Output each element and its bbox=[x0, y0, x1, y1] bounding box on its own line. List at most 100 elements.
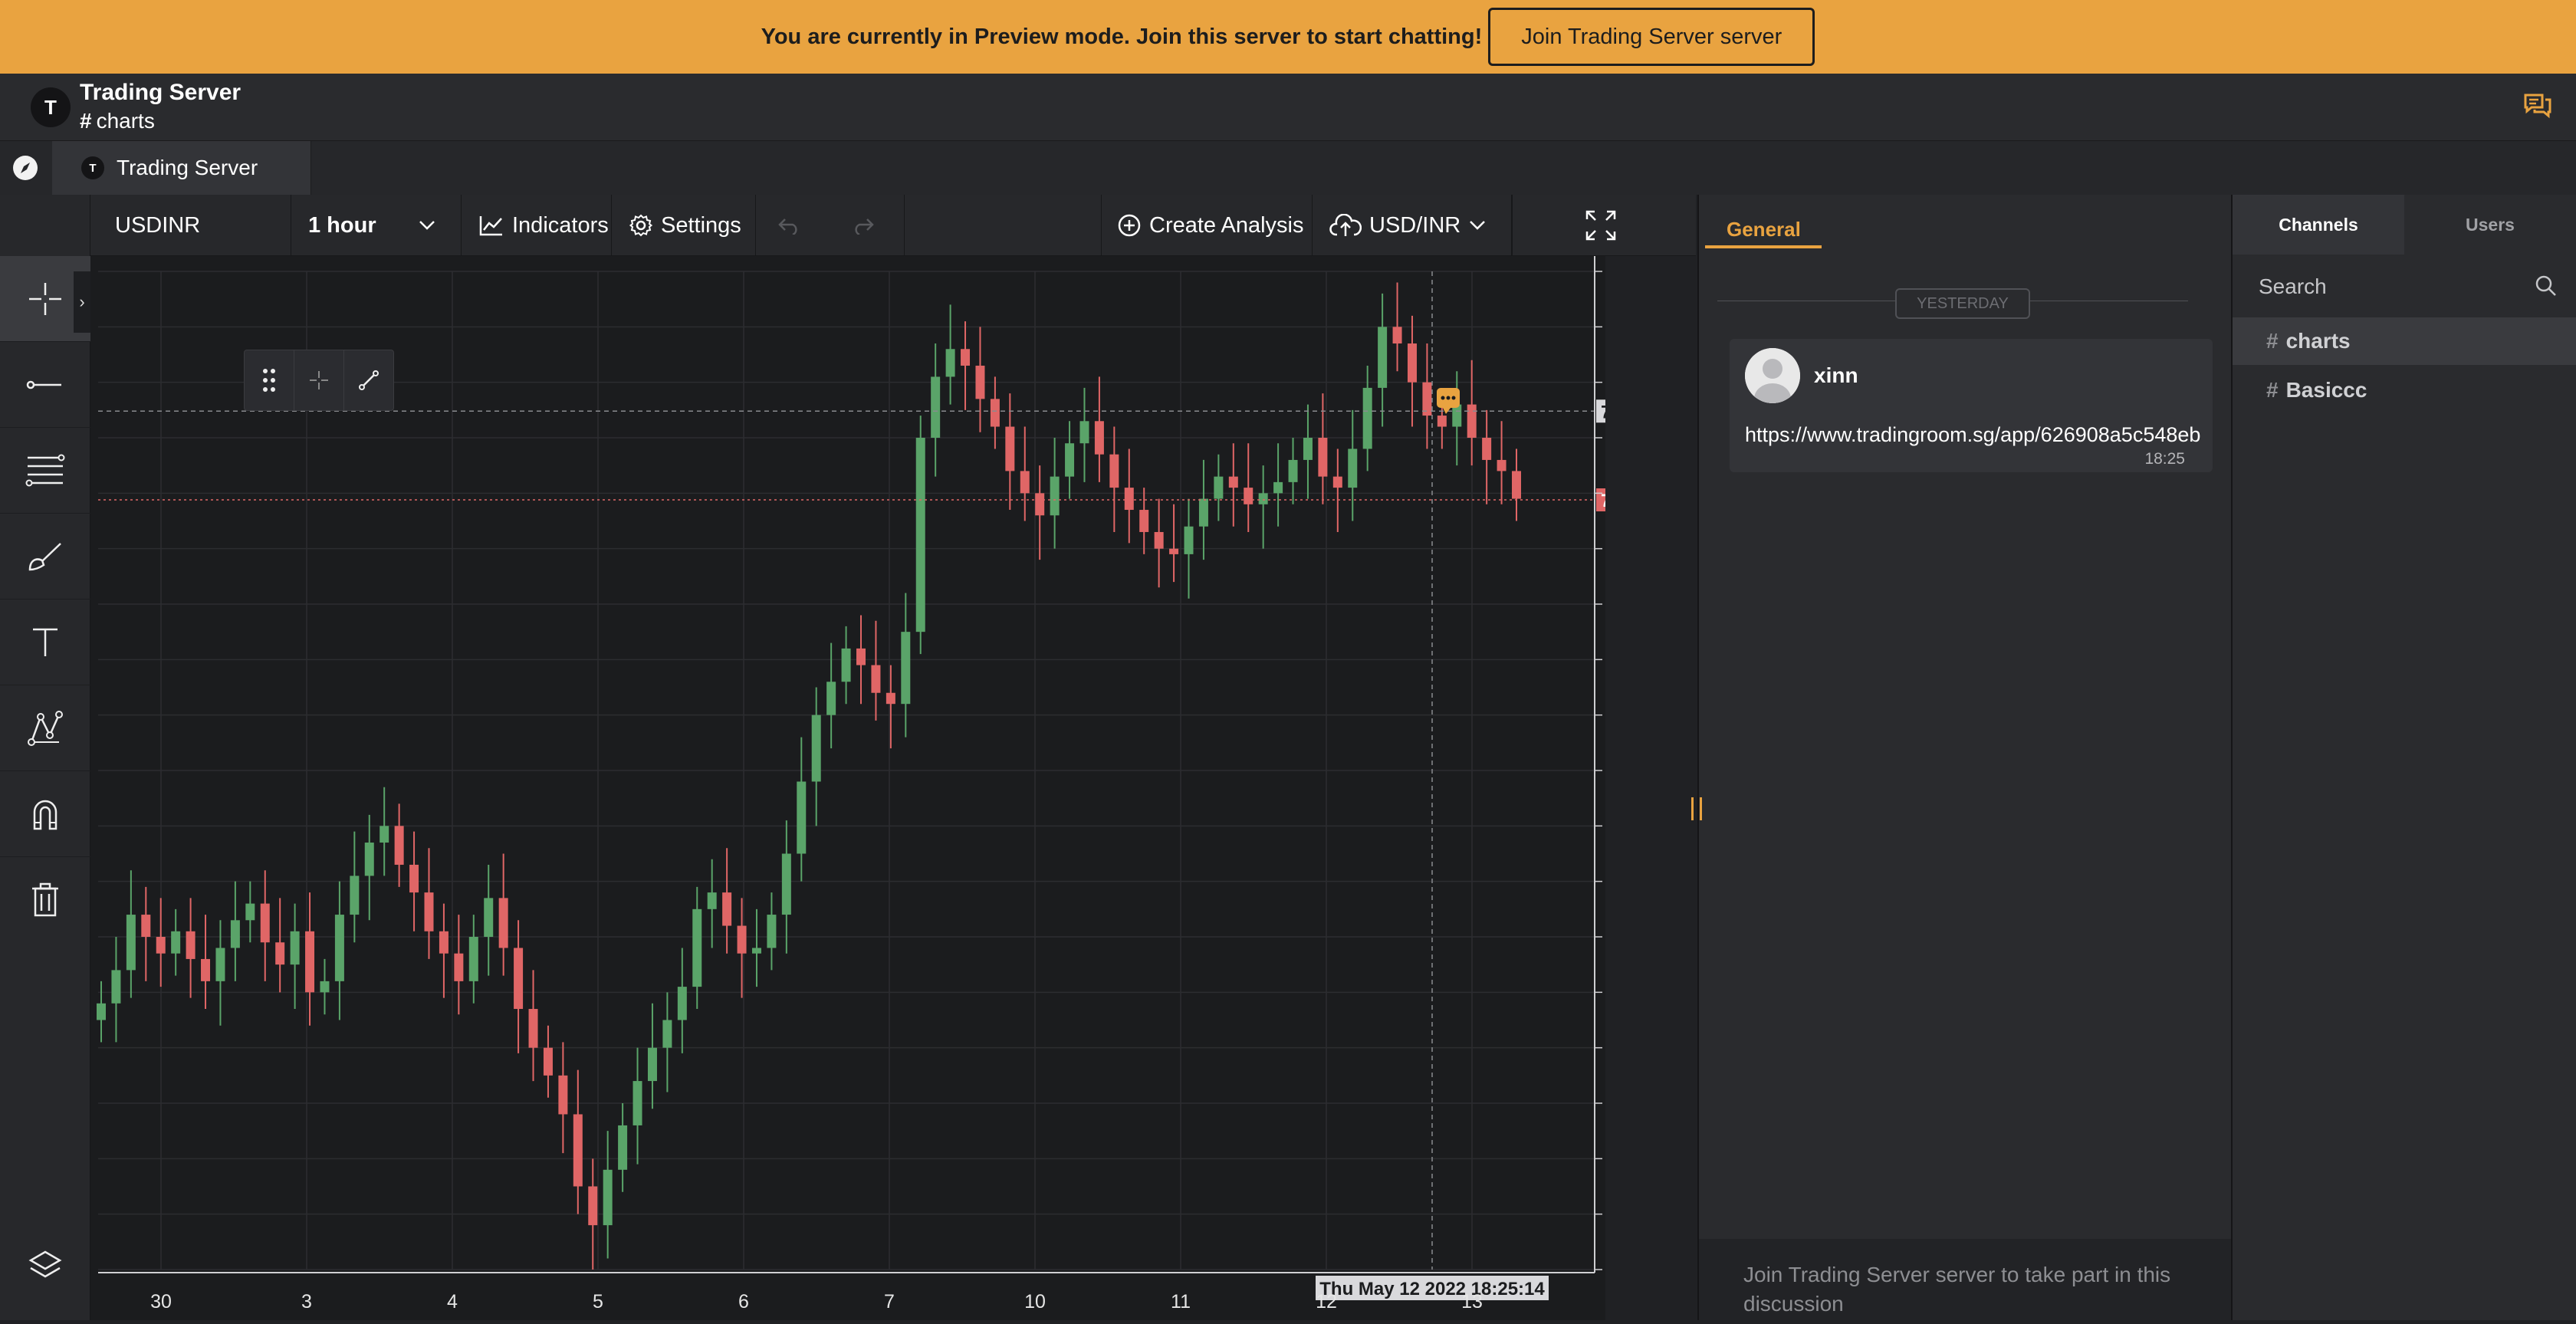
float-crosshair-button[interactable] bbox=[294, 350, 344, 410]
crosshair-icon bbox=[29, 282, 61, 315]
text-tool-button[interactable] bbox=[0, 600, 90, 685]
chat-bubbles-icon[interactable] bbox=[2522, 90, 2553, 121]
tab-general[interactable]: General bbox=[1727, 218, 1801, 241]
candle-body bbox=[1124, 488, 1134, 511]
chart-toolbar: USDINR 1 hour Indicators Settings Create… bbox=[90, 195, 1696, 256]
candle-body bbox=[111, 970, 121, 1004]
server-avatar[interactable]: T bbox=[31, 87, 71, 127]
candle-body bbox=[468, 937, 478, 981]
candle-body bbox=[901, 632, 911, 705]
message-text[interactable]: https://www.tradingroom.sg/app/626908a5c… bbox=[1745, 423, 2200, 447]
join-to-chat-notice: Join Trading Server server to take part … bbox=[1743, 1263, 2171, 1316]
candle-body bbox=[751, 948, 761, 954]
magnet-tool-button[interactable] bbox=[0, 771, 90, 857]
tab-channels[interactable]: Channels bbox=[2233, 195, 2404, 255]
chart-line-icon bbox=[479, 216, 502, 236]
fib-tool-button[interactable] bbox=[0, 428, 90, 514]
hash-icon: # bbox=[2266, 378, 2279, 402]
channel-item-charts[interactable]: # charts bbox=[2233, 317, 2576, 365]
candle-body bbox=[767, 915, 777, 948]
candle-body bbox=[454, 953, 464, 981]
avatar[interactable] bbox=[1745, 348, 1800, 403]
search-input[interactable] bbox=[2233, 256, 2576, 317]
search-icon[interactable] bbox=[2535, 274, 2558, 297]
tab-trading-server[interactable]: T Trading Server bbox=[52, 141, 311, 195]
compass-icon[interactable] bbox=[11, 153, 40, 182]
tab-users[interactable]: Users bbox=[2404, 195, 2576, 255]
candle-body bbox=[945, 349, 955, 377]
pair-label: USD/INR bbox=[1369, 212, 1461, 238]
candle-body bbox=[1244, 488, 1254, 504]
candle-body bbox=[171, 931, 181, 954]
interval-label: 1 hour bbox=[308, 212, 376, 238]
candle-body bbox=[320, 981, 330, 993]
pair-select[interactable]: USD/INR bbox=[1313, 195, 1512, 256]
candle-body bbox=[915, 438, 925, 632]
candle-body bbox=[826, 682, 836, 715]
create-analysis-button[interactable]: Create Analysis bbox=[1101, 195, 1313, 256]
candlestick-chart[interactable]: 77.248077.0880Thu May 12 2022 18:25:14 7… bbox=[90, 256, 1676, 1320]
trend-line-tool-button[interactable] bbox=[0, 342, 90, 428]
candle-body bbox=[1005, 426, 1015, 471]
candle-body bbox=[1318, 438, 1328, 477]
message-timestamp: 18:25 bbox=[2144, 450, 2185, 468]
preview-message: You are currently in Preview mode. Join … bbox=[761, 24, 1483, 49]
drag-dots-icon bbox=[263, 369, 275, 392]
candle-body bbox=[498, 898, 508, 948]
candle-body bbox=[1378, 327, 1388, 388]
x-tick-label: 3 bbox=[301, 1291, 312, 1313]
candle-body bbox=[305, 931, 315, 993]
candle-body bbox=[1109, 454, 1119, 488]
candle-body bbox=[424, 892, 434, 931]
redo-button[interactable] bbox=[830, 195, 905, 256]
candle-body bbox=[275, 942, 285, 965]
chat-marker-dot bbox=[1441, 396, 1445, 400]
layers-button[interactable] bbox=[0, 1222, 90, 1308]
candle-body bbox=[364, 843, 374, 876]
candle-body bbox=[334, 915, 344, 981]
candle-body bbox=[1094, 421, 1104, 455]
chat-message: xinn https://www.tradingroom.sg/app/6269… bbox=[1730, 339, 2213, 472]
panel-resize-handle[interactable] bbox=[1691, 797, 1702, 820]
brush-tool-button[interactable] bbox=[0, 514, 90, 600]
drawing-float-toolbar bbox=[244, 350, 394, 411]
x-tick-label: 10 bbox=[1024, 1291, 1046, 1313]
candle-body bbox=[290, 931, 300, 965]
candle-body bbox=[230, 920, 240, 948]
text-icon bbox=[33, 628, 58, 656]
expand-tools-chevron-icon[interactable]: › bbox=[74, 271, 90, 333]
candle-body bbox=[1437, 416, 1447, 427]
indicators-button[interactable]: Indicators bbox=[462, 195, 612, 256]
price-chart[interactable]: 77.248077.0880Thu May 12 2022 18:25:14 7… bbox=[90, 256, 1676, 1320]
candle-body bbox=[841, 648, 851, 682]
float-line-button[interactable] bbox=[344, 350, 393, 410]
line-tool-icon bbox=[359, 370, 379, 390]
candle-body bbox=[618, 1125, 628, 1170]
candle-body bbox=[245, 903, 255, 921]
settings-button[interactable]: Settings bbox=[612, 195, 756, 256]
symbol-input[interactable]: USDINR bbox=[90, 195, 291, 256]
candle-body bbox=[558, 1075, 568, 1115]
candle-body bbox=[603, 1169, 613, 1226]
undo-button[interactable] bbox=[756, 195, 830, 256]
pattern-tool-button[interactable] bbox=[0, 685, 90, 771]
current-channel: # charts bbox=[80, 109, 155, 133]
join-server-button[interactable]: Join Trading Server server bbox=[1488, 8, 1815, 66]
preview-banner: You are currently in Preview mode. Join … bbox=[0, 0, 2576, 74]
x-tick-label: 4 bbox=[447, 1291, 458, 1313]
message-author[interactable]: xinn bbox=[1814, 363, 1858, 388]
candle-body bbox=[662, 1020, 672, 1048]
drag-handle[interactable] bbox=[245, 350, 294, 410]
candle-body bbox=[573, 1114, 583, 1187]
candle-body bbox=[811, 715, 821, 782]
delete-drawings-button[interactable] bbox=[0, 857, 90, 943]
candle-body bbox=[707, 892, 717, 909]
fullscreen-button[interactable] bbox=[1512, 195, 1696, 256]
x-tick-label: 30 bbox=[150, 1291, 172, 1313]
crosshair-time-label: Thu May 12 2022 18:25:14 bbox=[1319, 1279, 1545, 1299]
channels-sidebar: Channels Users #charts #Basiccc bbox=[2231, 195, 2576, 1320]
candle-body bbox=[97, 1003, 106, 1020]
channel-item-basiccc[interactable]: # Basiccc bbox=[2233, 366, 2576, 414]
candle-body bbox=[1303, 438, 1313, 460]
interval-select[interactable]: 1 hour bbox=[291, 195, 462, 256]
